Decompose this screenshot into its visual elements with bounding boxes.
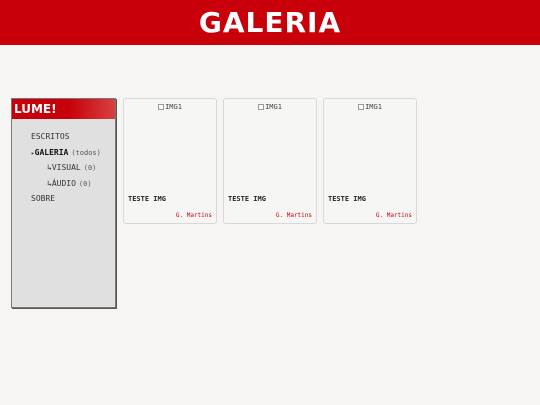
page-title: GALERIA (198, 6, 342, 39)
sidebar-nav: ESCRITOS ▸GALERIA (todos) ↳VISUAL (0) ↳ÁUD… (12, 119, 115, 207)
card-author[interactable]: G. Martins (276, 212, 312, 219)
sidebar-item-audio[interactable]: ↳ÁUDIO (0) (12, 176, 115, 192)
sidebar: LUME! ESCRITOS ▸GALERIA (todos) ↳VISUAL (0… (11, 98, 116, 308)
card-image-alt: IMG1 (265, 103, 282, 111)
top-header: GALERIA (0, 0, 540, 45)
sidebar-item-count: (0) (78, 179, 92, 188)
sidebar-item-count: (todos) (71, 148, 101, 157)
gallery-card[interactable]: IMG1 TESTE IMG G. Martins (223, 98, 317, 224)
card-author[interactable]: G. Martins (176, 212, 212, 219)
brand-label: LUME! (14, 102, 57, 116)
sidebar-item-label: SOBRE (31, 194, 56, 203)
card-image[interactable]: IMG1 (124, 99, 216, 189)
card-author[interactable]: G. Martins (376, 212, 412, 219)
card-image-alt: IMG1 (365, 103, 382, 111)
card-image[interactable]: IMG1 (324, 99, 416, 189)
sidebar-item-label: GALERIA (34, 147, 69, 157)
broken-image-icon (358, 104, 365, 110)
sidebar-item-count: (0) (83, 164, 97, 172)
sidebar-item-escritos[interactable]: ESCRITOS (12, 129, 115, 145)
gallery-card[interactable]: IMG1 TESTE IMG G. Martins (123, 98, 217, 224)
sidebar-item-galeria[interactable]: ▸GALERIA (todos) (12, 145, 115, 161)
sidebar-item-label: VISUAL (51, 163, 81, 172)
card-image-alt: IMG1 (165, 103, 182, 111)
sidebar-item-sobre[interactable]: SOBRE (12, 191, 115, 207)
sidebar-item-visual[interactable]: ↳VISUAL (0) (12, 160, 115, 176)
card-image[interactable]: IMG1 (224, 99, 316, 189)
sidebar-item-label: ESCRITOS (31, 132, 70, 141)
brand-logo[interactable]: LUME! (12, 99, 115, 119)
sidebar-item-label: ÁUDIO (51, 178, 76, 188)
card-title[interactable]: TESTE IMG (328, 195, 366, 203)
gallery-card[interactable]: IMG1 TESTE IMG G. Martins (323, 98, 417, 224)
broken-image-icon (258, 104, 265, 110)
card-title[interactable]: TESTE IMG (228, 195, 266, 203)
card-title[interactable]: TESTE IMG (128, 195, 166, 203)
broken-image-icon (158, 104, 165, 110)
